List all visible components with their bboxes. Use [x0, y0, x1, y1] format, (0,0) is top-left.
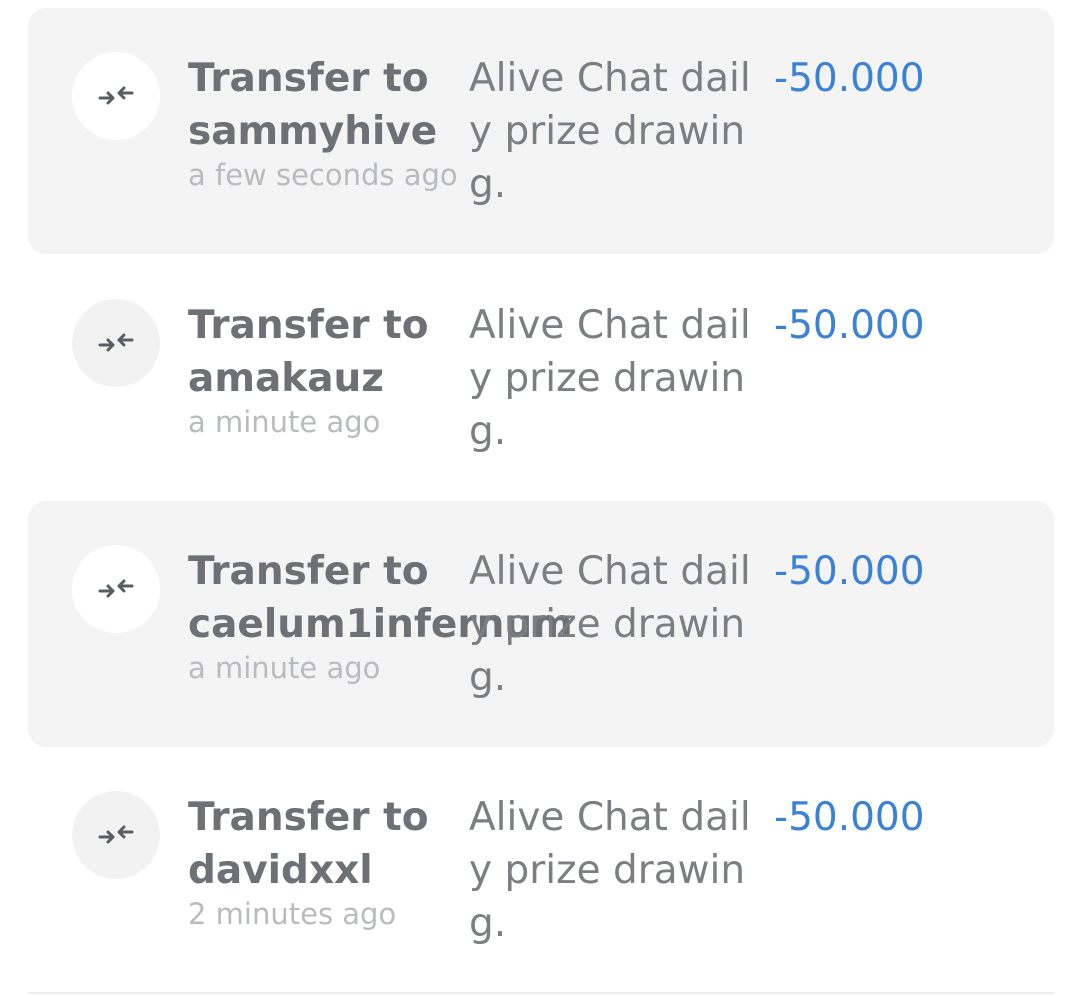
transaction-amount: -50.000	[774, 549, 925, 594]
memo-line: y prize drawin	[469, 848, 746, 893]
transaction-row[interactable]: Transfer to caelum1infernum a minute ago…	[28, 501, 1054, 747]
transaction-recipient[interactable]: davidxxl	[188, 844, 488, 897]
transaction-title: Transfer to amakauz	[188, 299, 488, 405]
transaction-amount: -50.000	[774, 795, 925, 840]
transaction-row[interactable]: Transfer to amakauz a minute ago Alive C…	[28, 255, 1054, 501]
transfer-arrows-icon	[72, 299, 160, 387]
transaction-row[interactable]: Transfer to davidxxl 2 minutes ago Alive…	[28, 747, 1054, 993]
transaction-timestamp: a few seconds ago	[188, 158, 458, 192]
transaction-timestamp: a minute ago	[188, 405, 381, 439]
transaction-timestamp: 2 minutes ago	[188, 897, 397, 931]
memo-line: g.	[469, 162, 507, 207]
transaction-row[interactable]: Transfer to sammyhive a few seconds ago …	[28, 8, 1054, 254]
transaction-title: Transfer to caelum1infernum	[188, 545, 573, 651]
transaction-memo: Alive Chat dail y prize drawin g.	[469, 299, 759, 458]
memo-line: y prize drawin	[469, 602, 746, 647]
transaction-title-line1: Transfer to	[188, 795, 429, 840]
memo-line: g.	[469, 409, 507, 454]
memo-line: g.	[469, 901, 507, 946]
transaction-recipient[interactable]: sammyhive	[188, 105, 488, 158]
transaction-title: Transfer to sammyhive	[188, 52, 488, 158]
memo-line: y prize drawin	[469, 109, 746, 154]
transfer-arrows-icon	[72, 791, 160, 879]
transaction-memo: Alive Chat dail y prize drawin g.	[469, 791, 759, 950]
memo-line: Alive Chat dail	[469, 303, 751, 348]
memo-line: y prize drawin	[469, 356, 746, 401]
memo-line: Alive Chat dail	[469, 549, 751, 594]
transfer-arrows-icon-glyph	[98, 579, 134, 598]
transaction-amount: -50.000	[774, 56, 925, 101]
transaction-recipient[interactable]: caelum1infernum	[188, 598, 573, 651]
transaction-title-line1: Transfer to	[188, 303, 429, 348]
list-divider	[28, 992, 1054, 994]
transaction-memo: Alive Chat dail y prize drawin g.	[469, 545, 759, 704]
transaction-recipient[interactable]: amakauz	[188, 352, 488, 405]
transfer-arrows-icon	[72, 545, 160, 633]
transaction-amount: -50.000	[774, 303, 925, 348]
memo-line: Alive Chat dail	[469, 56, 751, 101]
memo-line: g.	[469, 655, 507, 700]
transaction-title: Transfer to davidxxl	[188, 791, 488, 897]
transaction-timestamp: a minute ago	[188, 651, 381, 685]
transaction-list: Transfer to sammyhive a few seconds ago …	[0, 0, 1080, 995]
transfer-arrows-icon	[72, 52, 160, 140]
transaction-memo: Alive Chat dail y prize drawin g.	[469, 52, 759, 211]
memo-line: Alive Chat dail	[469, 795, 751, 840]
transfer-arrows-icon-glyph	[98, 825, 134, 844]
transfer-arrows-icon-glyph	[98, 86, 134, 105]
transfer-arrows-icon-glyph	[98, 333, 134, 352]
transaction-title-line1: Transfer to	[188, 549, 429, 594]
transaction-title-line1: Transfer to	[188, 56, 429, 101]
